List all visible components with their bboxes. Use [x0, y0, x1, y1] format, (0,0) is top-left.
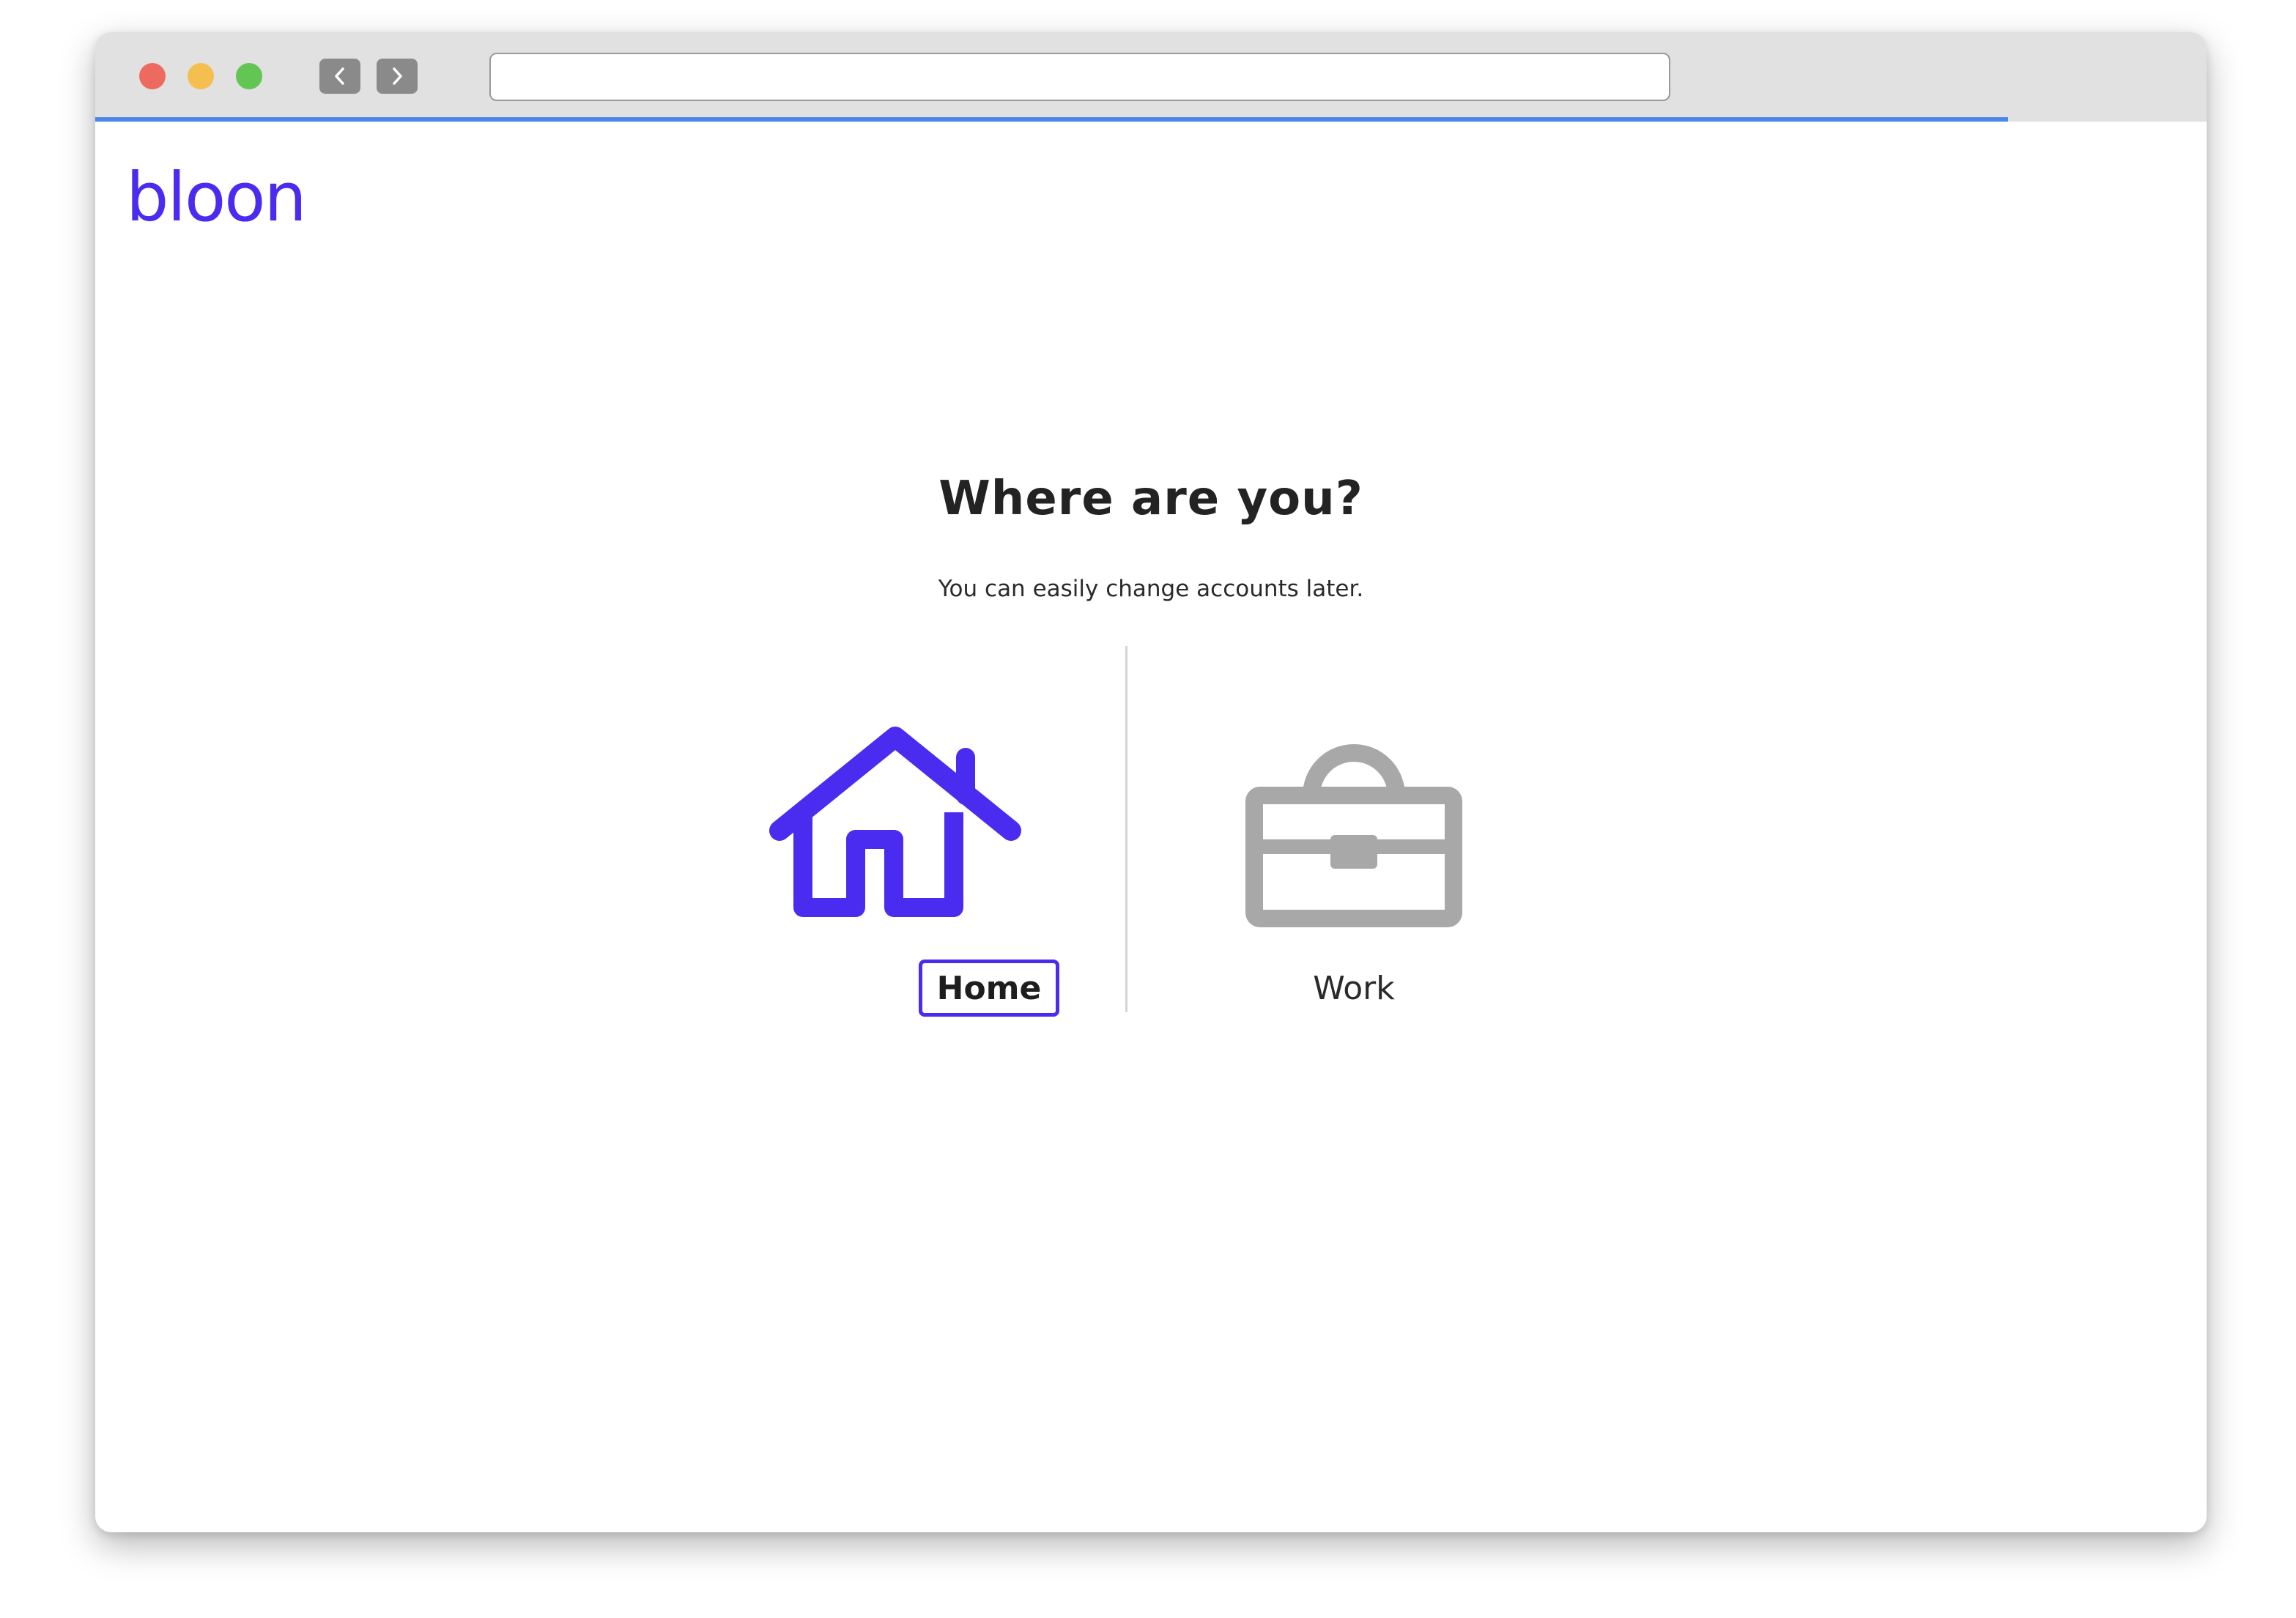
- page-content: bloon Where are you? You can easily chan…: [95, 32, 2207, 1532]
- page-title: Where are you?: [938, 472, 1363, 526]
- browser-window: bloon Where are you? You can easily chan…: [95, 32, 2207, 1532]
- home-option-label[interactable]: Home: [919, 960, 1059, 1017]
- options-divider: [1125, 646, 1127, 1012]
- briefcase-icon: [1245, 744, 1462, 927]
- page-subtitle: You can easily change accounts later.: [938, 576, 1364, 602]
- work-option[interactable]: Work: [1185, 691, 1522, 1028]
- bloon-logo[interactable]: bloon: [126, 164, 307, 231]
- house-icon: [769, 727, 1021, 917]
- work-option-label[interactable]: Work: [1185, 960, 1522, 1017]
- home-option[interactable]: Home: [727, 691, 1064, 1028]
